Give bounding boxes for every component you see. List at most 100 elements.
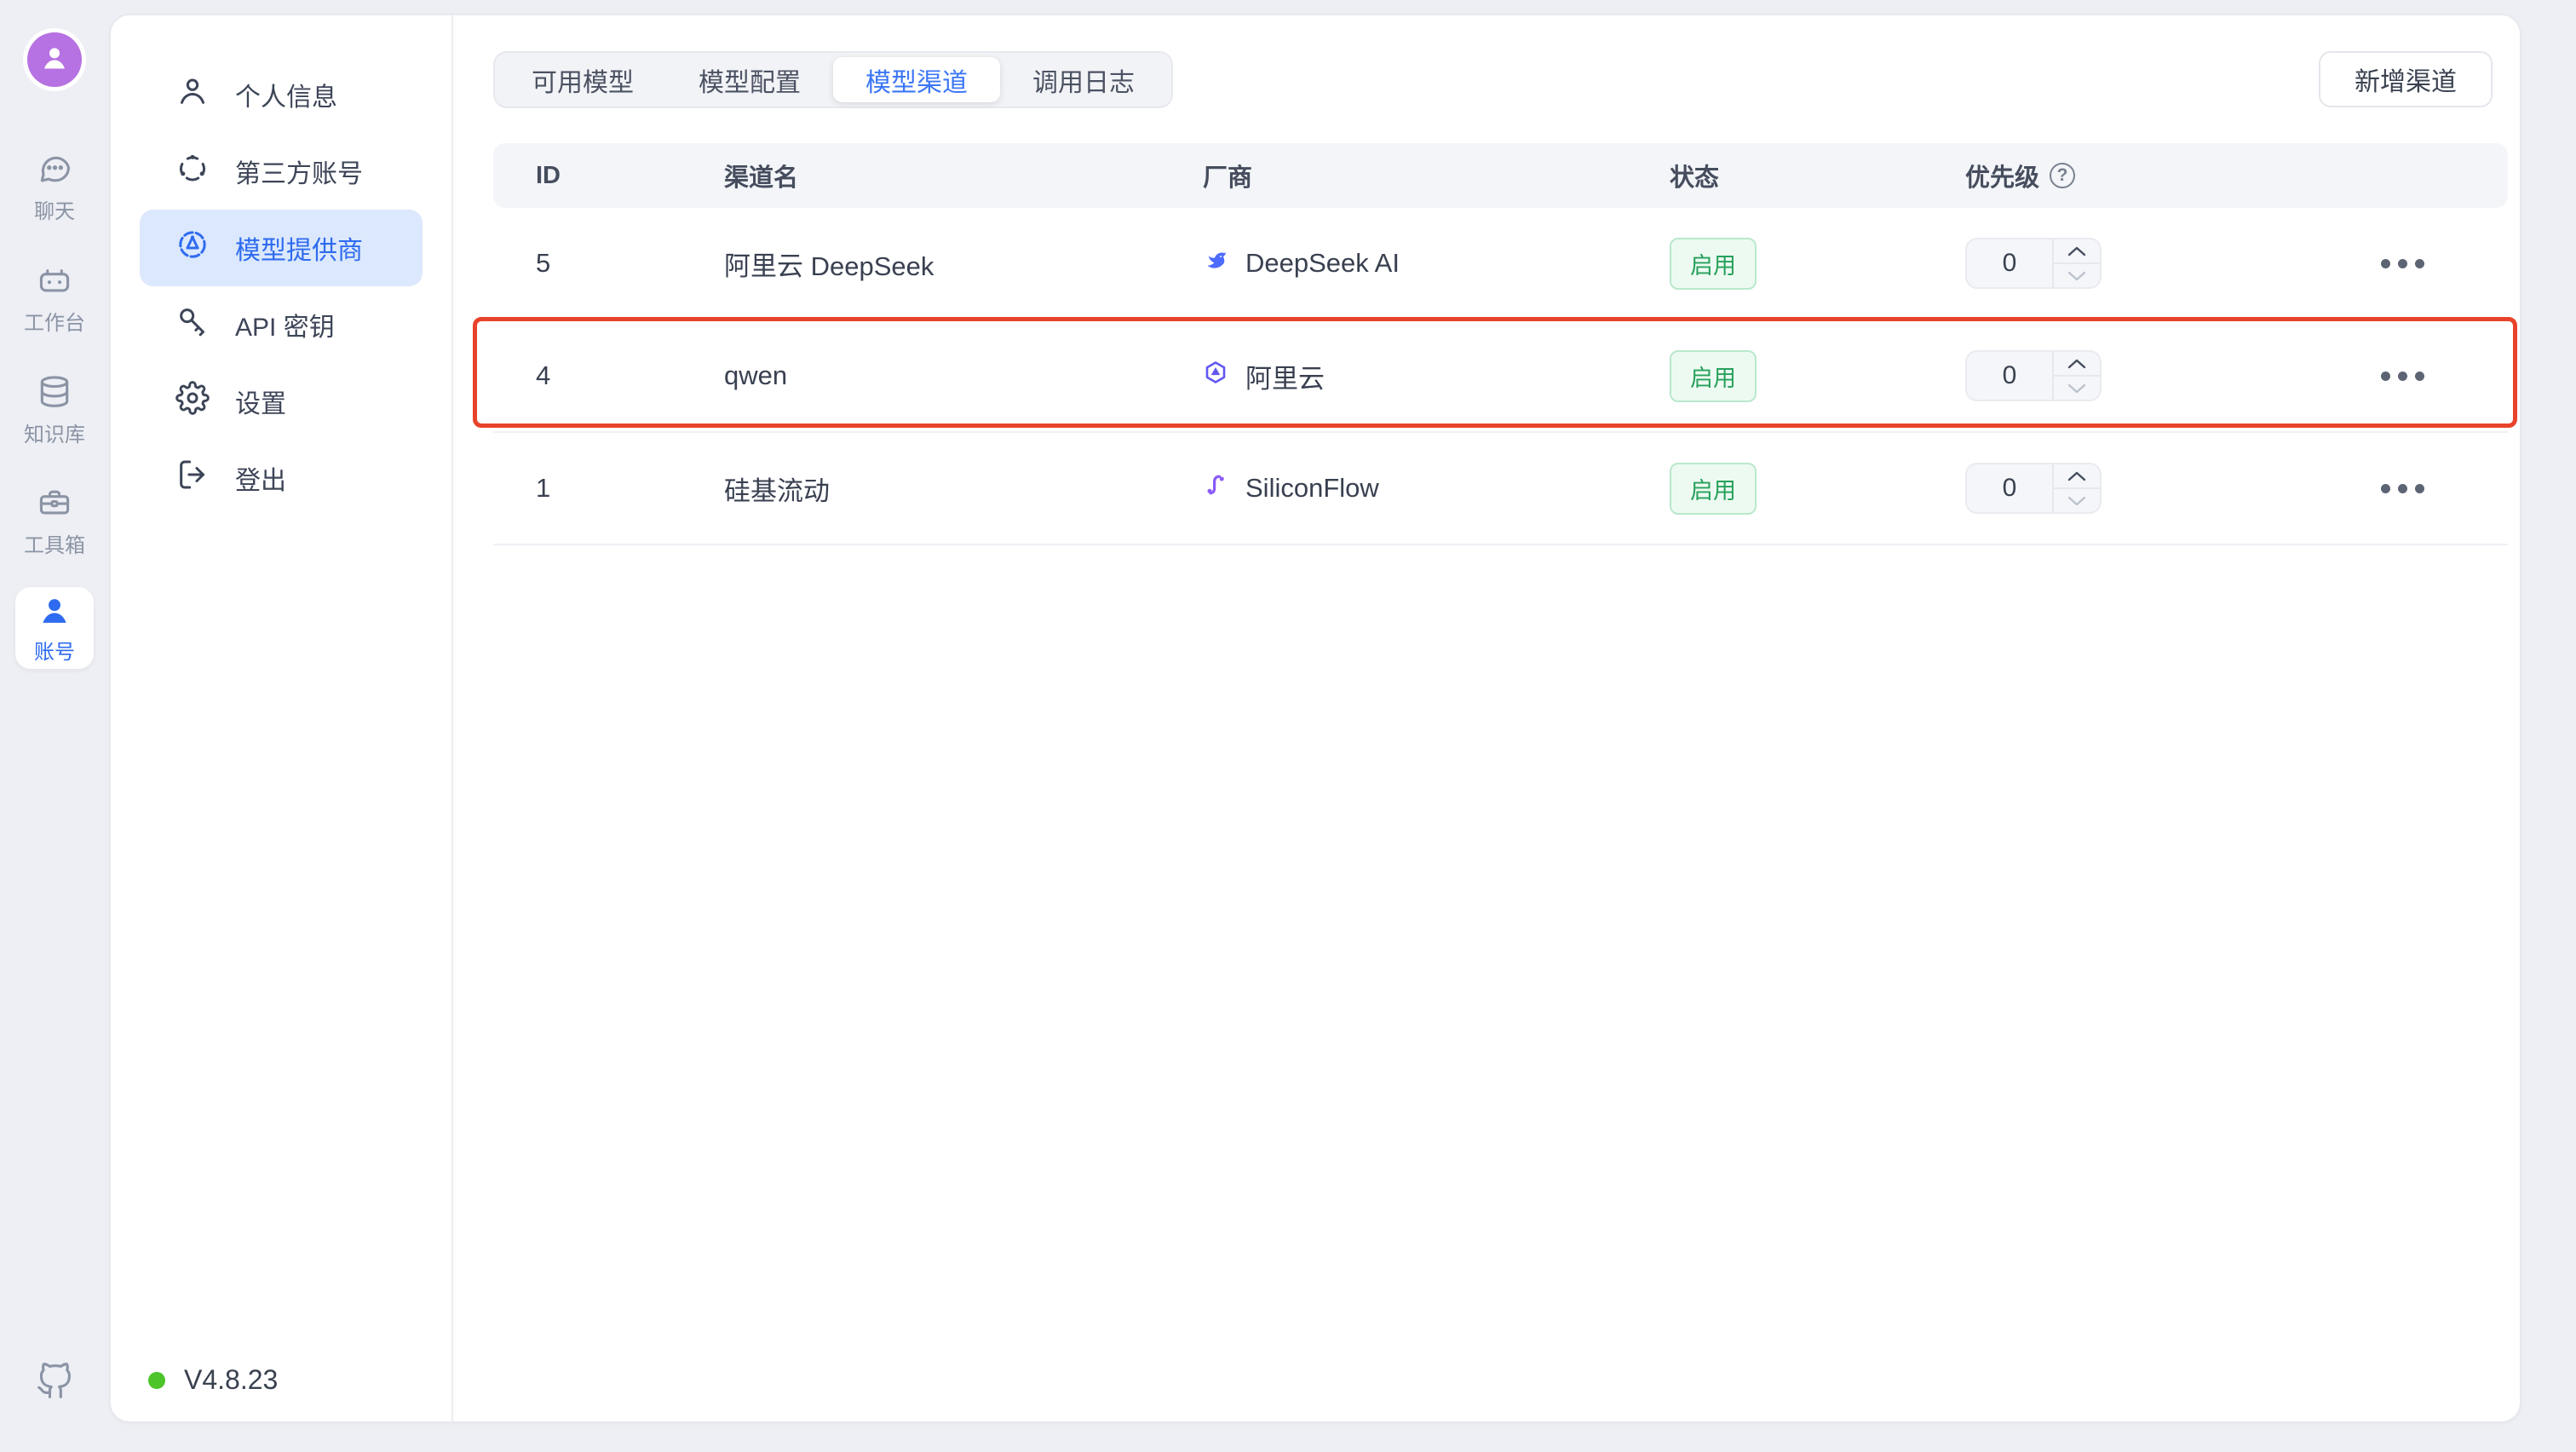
rail-item-workspace[interactable]: 工作台	[12, 262, 97, 336]
column-header-status: 状态	[1670, 158, 1965, 193]
rail-item-knowledge-base[interactable]: 知识库	[12, 373, 97, 447]
vendor-name: DeepSeek AI	[1245, 248, 1400, 279]
vendor-name: SiliconFlow	[1245, 473, 1379, 504]
help-icon[interactable]: ?	[2050, 163, 2075, 188]
cell-status: 启用	[1670, 238, 1965, 290]
rail-item-account[interactable]: 账号	[15, 587, 94, 669]
cell-channel-name: qwen	[724, 360, 1203, 391]
priority-value[interactable]: 0	[1967, 239, 2052, 287]
sidebar-item-label: 登出	[235, 459, 286, 497]
share-network-icon	[175, 151, 210, 192]
stepper-buttons	[2052, 239, 2100, 287]
person-icon	[175, 74, 210, 115]
account-person-icon	[36, 592, 73, 630]
table-row[interactable]: 5 阿里云 DeepSeek DeepSeek AI 启用 0	[493, 208, 2508, 320]
sidebar-item-label: 第三方账号	[235, 153, 363, 190]
cell-vendor: DeepSeek AI	[1203, 247, 1670, 279]
table-row[interactable]: 1 硅基流动 SiliconFlow 启用 0	[493, 433, 2508, 545]
rail-item-label: 工作台	[24, 306, 85, 336]
logout-icon	[175, 458, 210, 498]
sidebar-item-settings[interactable]: 设置	[140, 363, 423, 440]
version-text: V4.8.23	[184, 1364, 278, 1396]
priority-stepper[interactable]: 0	[1965, 238, 2102, 289]
cell-channel-name: 硅基流动	[724, 470, 1203, 508]
rail-item-label: 账号	[34, 635, 75, 665]
sidebar-item-label: 设置	[235, 383, 286, 420]
rail-item-label: 知识库	[24, 418, 85, 447]
column-header-priority: 优先级 ?	[1965, 158, 2297, 193]
cell-vendor: SiliconFlow	[1203, 472, 1670, 504]
stepper-buttons	[2052, 352, 2100, 400]
channel-table: ID 渠道名 厂商 状态 优先级 ? 5 阿里云 DeepSeek	[493, 143, 2508, 545]
chat-bubble-icon	[36, 150, 73, 187]
toolbox-icon	[36, 484, 73, 521]
model-provider-settings-page: 聊天 工作台 知识库 工具箱 账号	[0, 0, 2576, 1452]
deepseek-icon	[1203, 247, 1228, 279]
app-rail: 聊天 工作台 知识库 工具箱 账号	[0, 0, 109, 1452]
github-icon[interactable]	[36, 1363, 73, 1404]
rail-item-toolbox[interactable]: 工具箱	[12, 484, 97, 558]
user-icon	[37, 41, 72, 79]
cell-priority: 0	[1965, 463, 2297, 514]
cell-actions	[2297, 472, 2508, 505]
column-header-vendor: 厂商	[1203, 158, 1670, 193]
increment-button[interactable]	[2054, 239, 2100, 264]
row-actions-button[interactable]	[2369, 247, 2436, 280]
sidebar-item-api-keys[interactable]: API 密钥	[140, 286, 423, 363]
cell-actions	[2297, 360, 2508, 393]
tab-available-models[interactable]: 可用模型	[499, 57, 666, 102]
decrement-button[interactable]	[2054, 377, 2100, 400]
priority-value[interactable]: 0	[1967, 464, 2052, 512]
status-dot	[148, 1372, 165, 1389]
qwen-icon	[1203, 360, 1228, 392]
key-icon	[175, 304, 210, 345]
account-sidebar: 个人信息 第三方账号 模型提供商 API 密钥	[111, 15, 453, 1421]
status-badge: 启用	[1670, 238, 1757, 290]
cell-channel-name: 阿里云 DeepSeek	[724, 245, 1203, 283]
sidebar-item-label: 个人信息	[235, 76, 337, 113]
tab-group: 可用模型 模型配置 模型渠道 调用日志	[493, 51, 1173, 108]
cell-priority: 0	[1965, 350, 2297, 401]
priority-stepper[interactable]: 0	[1965, 463, 2102, 514]
table-header: ID 渠道名 厂商 状态 优先级 ?	[493, 143, 2508, 208]
model-channel-content: 可用模型 模型配置 模型渠道 调用日志 新增渠道 ID 渠道名 厂商 状态 优先…	[453, 15, 2521, 1421]
sidebar-item-label: 模型提供商	[235, 229, 363, 267]
increment-button[interactable]	[2054, 352, 2100, 377]
decrement-button[interactable]	[2054, 489, 2100, 512]
siliconflow-icon	[1203, 472, 1228, 504]
cell-vendor: 阿里云	[1203, 357, 1670, 395]
tab-model-channels[interactable]: 模型渠道	[833, 57, 1000, 102]
tab-call-logs[interactable]: 调用日志	[1000, 57, 1167, 102]
stepper-buttons	[2052, 464, 2100, 512]
add-channel-button[interactable]: 新增渠道	[2319, 51, 2493, 107]
priority-value[interactable]: 0	[1967, 352, 2052, 400]
cell-id: 4	[493, 360, 724, 391]
vendor-name: 阿里云	[1245, 357, 1325, 395]
row-actions-button[interactable]	[2369, 472, 2436, 505]
topbar: 可用模型 模型配置 模型渠道 调用日志 新增渠道	[493, 51, 2508, 108]
cell-status: 启用	[1670, 350, 1965, 402]
column-header-channel-name: 渠道名	[724, 158, 1203, 193]
sidebar-item-profile[interactable]: 个人信息	[140, 56, 423, 133]
cell-priority: 0	[1965, 238, 2297, 289]
cell-status: 启用	[1670, 463, 1965, 515]
status-badge: 启用	[1670, 463, 1757, 515]
database-icon	[36, 373, 73, 411]
cell-id: 5	[493, 248, 724, 279]
avatar[interactable]	[27, 32, 82, 87]
column-header-id: ID	[493, 162, 724, 190]
version-indicator: V4.8.23	[148, 1364, 278, 1396]
robot-icon	[36, 262, 73, 299]
decrement-button[interactable]	[2054, 264, 2100, 287]
sidebar-item-model-providers[interactable]: 模型提供商	[140, 210, 423, 286]
increment-button[interactable]	[2054, 464, 2100, 489]
tab-model-config[interactable]: 模型配置	[666, 57, 833, 102]
row-actions-button[interactable]	[2369, 360, 2436, 393]
rail-item-chat[interactable]: 聊天	[12, 150, 97, 224]
table-row[interactable]: 4 qwen 阿里云 启用 0	[493, 320, 2508, 433]
sidebar-item-logout[interactable]: 登出	[140, 440, 423, 516]
rail-item-label: 聊天	[34, 194, 75, 224]
priority-stepper[interactable]: 0	[1965, 350, 2102, 401]
cell-id: 1	[493, 473, 724, 504]
sidebar-item-third-party-accounts[interactable]: 第三方账号	[140, 133, 423, 210]
